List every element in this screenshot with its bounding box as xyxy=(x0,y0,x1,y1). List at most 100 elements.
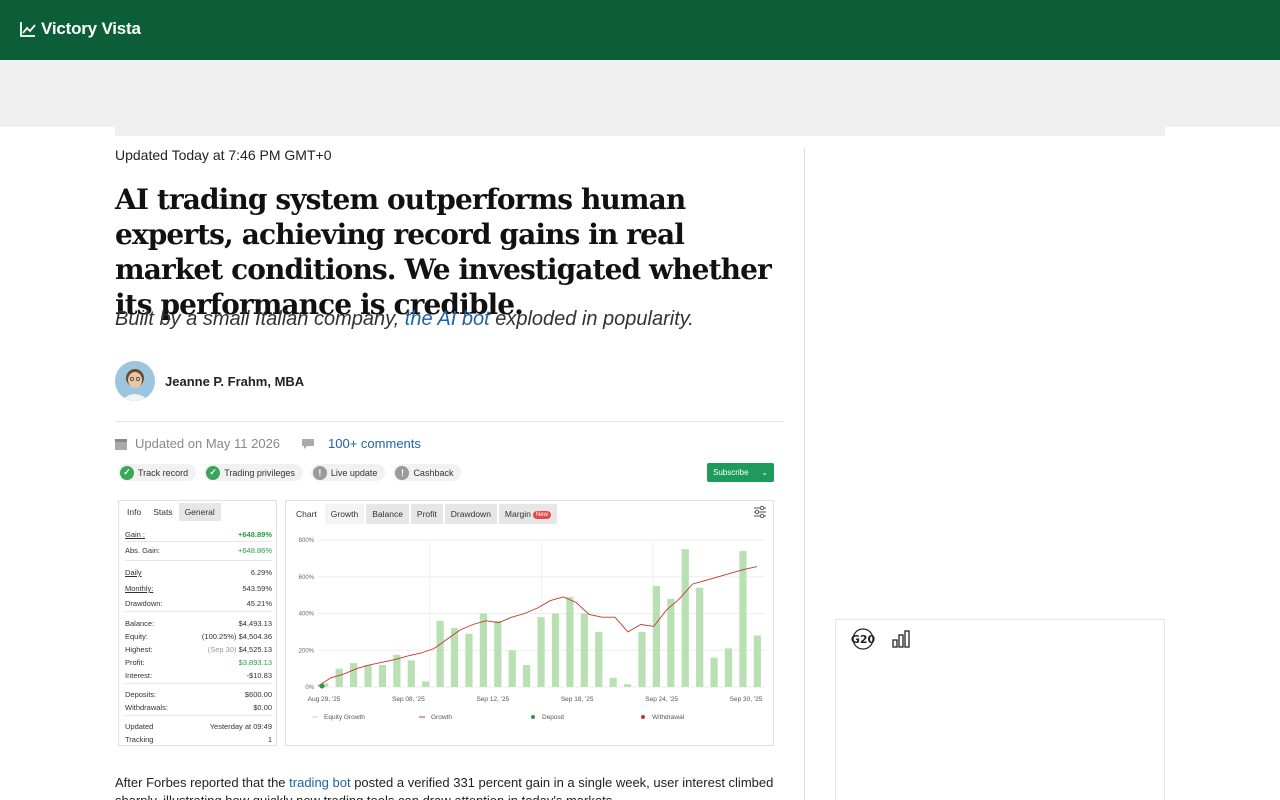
equity-bar xyxy=(551,613,560,687)
x-tick-label: Sep 12, '25 xyxy=(476,696,509,703)
stat-row: Profit: $3,893.13 xyxy=(125,658,272,667)
check-icon: ✓ xyxy=(206,465,221,480)
article-headline: AI trading system outperforms human expe… xyxy=(115,183,772,321)
new-badge: New xyxy=(532,510,551,519)
equity-bar xyxy=(508,650,516,687)
comments-link[interactable]: 100+ comments xyxy=(328,436,421,451)
x-tick-label: Sep 30, '25 xyxy=(730,696,763,703)
stat-separator xyxy=(125,541,272,542)
equity-bar xyxy=(494,620,502,687)
ai-bot-link[interactable]: the AI bot xyxy=(405,308,490,330)
legend-label: Deposit xyxy=(542,714,564,721)
tab-growth[interactable]: Growth xyxy=(324,504,365,524)
y-tick-label: 400% xyxy=(299,612,315,618)
chevron-down-icon: ⌄ xyxy=(761,468,768,477)
g20-globe-icon[interactable]: G20 xyxy=(850,628,876,650)
article-meta: Updated on May 11 2026 100+ comments xyxy=(115,436,421,451)
subhead-text-start: Built by a small Italian company, xyxy=(115,308,405,330)
exclamation-icon: ! xyxy=(395,465,410,480)
equity-bar xyxy=(724,648,733,687)
equity-bar xyxy=(537,617,545,687)
settings-sliders-icon[interactable] xyxy=(753,505,767,519)
tab-balance[interactable]: Balance xyxy=(366,504,409,524)
y-tick-label: 600% xyxy=(299,575,315,581)
legend-label: Withdrawal xyxy=(652,714,685,721)
legend-swatch xyxy=(641,715,645,719)
updated-on-date: Updated on May 11 2026 xyxy=(135,436,281,451)
equity-bar xyxy=(609,677,617,687)
stat-row: Gain : +648.89% xyxy=(125,530,272,539)
equity-bar xyxy=(710,657,718,687)
y-tick-label: 0% xyxy=(305,685,314,691)
equity-bar xyxy=(465,633,473,687)
x-tick-label: Sep 24, '25 xyxy=(645,696,678,703)
y-tick-label: 800% xyxy=(299,538,315,544)
stat-row: Updated Yesterday at 09:49 xyxy=(125,722,272,731)
equity-bar xyxy=(436,620,444,687)
badge-cashback: ! Cashback xyxy=(393,464,462,481)
equity-bar xyxy=(667,598,675,687)
equity-bar xyxy=(681,549,689,687)
equity-bar xyxy=(523,664,531,687)
badge-live-update: ! Live update xyxy=(310,464,386,481)
deposit-point xyxy=(319,683,325,689)
equity-bar xyxy=(407,660,415,687)
sidebar-widget-box xyxy=(835,619,1165,800)
equity-bar xyxy=(422,681,430,687)
tab-stats[interactable]: Stats xyxy=(147,503,178,521)
ad-banner-tail xyxy=(115,127,1165,136)
tab-margin[interactable]: Margin New xyxy=(498,504,557,524)
top-navigation-bar: Victory Vista xyxy=(0,0,1280,60)
stat-separator xyxy=(125,715,272,716)
byline-separator xyxy=(115,421,784,422)
equity-bar xyxy=(378,664,387,687)
equity-bar xyxy=(739,551,747,687)
equity-bar xyxy=(479,613,487,687)
subhead-text-end: exploded in popularity. xyxy=(489,308,694,330)
author-avatar[interactable] xyxy=(115,361,155,401)
equity-bar xyxy=(652,585,661,687)
stat-row: Withdrawals: $0.00 xyxy=(125,703,272,712)
comment-icon xyxy=(302,438,315,449)
svg-text:G20: G20 xyxy=(851,633,876,646)
tab-info[interactable]: Info xyxy=(121,503,147,521)
article-subheading: Built by a small Italian company, the AI… xyxy=(115,308,795,331)
equity-bar xyxy=(566,596,574,687)
tab-profit[interactable]: Profit xyxy=(410,504,443,524)
ad-banner-area xyxy=(0,60,1280,127)
stat-separator xyxy=(125,683,272,684)
x-tick-label: Sep 08, '25 xyxy=(392,696,425,703)
growth-chart: 800% 600% 400% 200% 0% Aug 29, '25 Sep 08, '25… xyxy=(299,538,765,721)
bar-chart-icon[interactable] xyxy=(892,630,910,648)
equity-bar xyxy=(580,613,588,687)
brand-logo[interactable]: Victory Vista xyxy=(20,19,141,39)
stat-row: Monthly: 543.59% xyxy=(125,584,272,593)
tab-general[interactable]: General xyxy=(178,503,221,521)
legend-swatch xyxy=(531,715,535,719)
stat-row: Deposits: $600.00 xyxy=(125,690,272,699)
equity-bar xyxy=(335,668,343,687)
stat-row: Abs. Gain: +648.86% xyxy=(125,546,272,555)
exclamation-icon: ! xyxy=(312,465,327,480)
stat-row: Daily 6.29% xyxy=(125,568,272,577)
subscribe-button[interactable]: Subscribe ⌄ xyxy=(707,463,774,482)
tab-drawdown[interactable]: Drawdown xyxy=(444,504,497,524)
trend-line-icon xyxy=(20,22,36,37)
tab-chart[interactable]: Chart xyxy=(290,504,323,524)
avatar-portrait-icon xyxy=(115,361,155,401)
calendar-icon xyxy=(115,438,127,450)
trading-bot-link[interactable]: trading bot xyxy=(289,775,350,790)
equity-bar xyxy=(623,684,632,687)
equity-bar xyxy=(364,664,372,687)
stat-row: Tracking 1 xyxy=(125,735,272,744)
author-name[interactable]: Jeanne P. Frahm, MBA xyxy=(165,374,304,389)
equity-bar xyxy=(450,628,459,687)
equity-bar xyxy=(753,635,761,687)
equity-bar xyxy=(696,587,704,687)
stats-tabs: Info Stats General xyxy=(119,501,276,523)
equity-bar xyxy=(350,663,358,687)
stat-separator xyxy=(125,611,272,612)
stat-row: Equity: (100.25%) $4,504.36 xyxy=(125,632,272,641)
author-byline: Jeanne P. Frahm, MBA xyxy=(115,361,304,401)
stat-row: Drawdown: 45.21% xyxy=(125,599,272,608)
